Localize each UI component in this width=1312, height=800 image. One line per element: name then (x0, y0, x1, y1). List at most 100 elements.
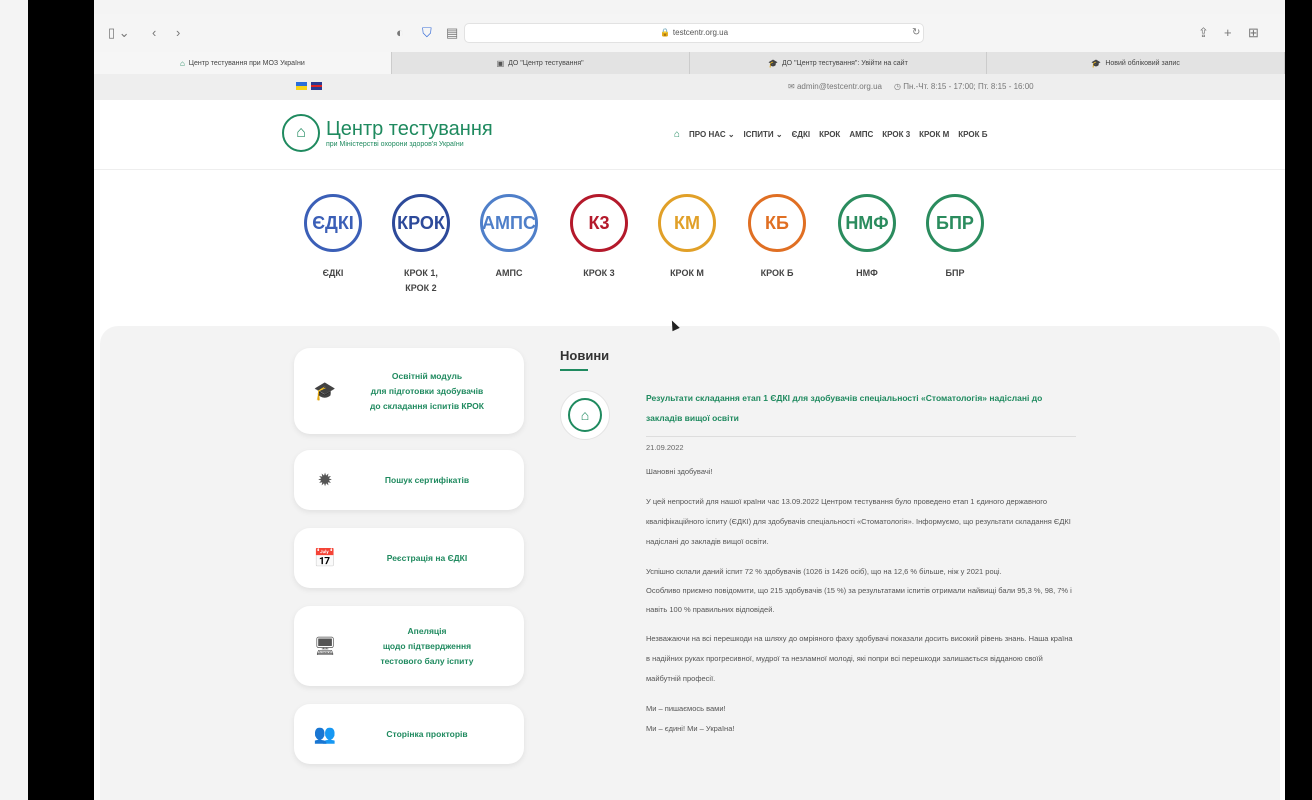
language-switcher (296, 82, 322, 90)
quick-link-label: Сторінка прокторів (386, 728, 468, 739)
exam-label: БПР (945, 268, 965, 278)
main-content: 🎓 Освітній модуль для підготовки здобувач… (100, 326, 1280, 800)
graduation-cap-icon: 🎓 (313, 380, 337, 401)
sidebar-icon[interactable]: ▯ ⌄ (108, 24, 130, 42)
lock-icon: 🔒 (659, 28, 670, 37)
main-nav: ⌂ ПРО НАС ⌄ ІСПИТИ ⌄ ЄДКІ КРОК АМПС КРОК… (674, 129, 987, 140)
exam-badge: КРОК (392, 194, 450, 252)
logo-emblem-icon: ⌂ (282, 114, 320, 152)
quick-link-card[interactable]: ✹ Пошук сертифікатів (294, 450, 524, 510)
top-edge (0, 0, 1312, 14)
exam-link[interactable]: КБ КРОК Б (742, 194, 812, 281)
quick-link-card[interactable]: 🖥 Апеляція щодо підтвердження тестового б… (294, 606, 524, 686)
quick-link-card[interactable]: 👥 Сторінка прокторів (294, 704, 524, 764)
hat-icon: 🎓 (767, 58, 778, 68)
right-black-area (1285, 0, 1312, 800)
calendar-check-icon: 📅 (313, 547, 337, 568)
monitor-icon: 🖥 (313, 635, 337, 656)
privacy-icon[interactable]: ◐ (396, 24, 404, 42)
exam-link[interactable]: К3 КРОК 3 (564, 194, 634, 281)
screen: ▯ ⌄ ‹ › ◐ ⛉ ▤ 🔒 testcentr.org.ua ↻ ⇪ + ⊞ … (0, 0, 1312, 800)
back-icon[interactable]: ‹ (152, 24, 156, 42)
left-black-area (28, 0, 94, 800)
tab-3[interactable]: 🎓 ДО "Центр тестування": Увійти на сайт (690, 52, 988, 74)
tab-2[interactable]: ▣ ДО "Центр тестування" (392, 52, 690, 74)
exam-badge: ЄДКІ (304, 194, 362, 252)
flag-ua-icon[interactable] (296, 82, 307, 90)
exam-label: ЄДКІ (322, 268, 344, 278)
tab-1[interactable]: ⌂ Центр тестування при МОЗ України (94, 52, 392, 74)
tab-4[interactable]: 🎓 Новий обліковий запис (987, 52, 1285, 74)
exam-badge: К3 (570, 194, 628, 252)
nav-krokm[interactable]: КРОК М (919, 130, 949, 139)
nav-amps[interactable]: АМПС (849, 130, 873, 139)
news-paragraph: Успішно склали даний іспит 72 % здобувач… (646, 567, 1072, 614)
heading-underline (560, 369, 588, 371)
home-icon[interactable]: ⌂ (674, 129, 680, 140)
exam-label: КРОК 1, КРОК 2 (404, 268, 438, 293)
logo-subtitle: при Міністерстві охорони здоров'я Україн… (326, 140, 464, 148)
nav-edki[interactable]: ЄДКІ (792, 130, 811, 139)
news-section: Новини ⌂ Результати складання етап 1 ЄДК… (560, 348, 1080, 733)
exam-badge: КБ (748, 194, 806, 252)
nav-about[interactable]: ПРО НАС ⌄ (689, 130, 734, 139)
exam-label: АМПС (495, 268, 523, 278)
news-paragraph: Незважаючи на всі перешкоди на шляху до … (646, 634, 1073, 683)
news-headline[interactable]: Результати складання етап 1 ЄДКІ для здо… (646, 388, 1076, 428)
quick-link-label: Реєстрація на ЄДКІ (386, 552, 468, 563)
quick-link-label: Освітній модуль для підготовки здобувачі… (370, 370, 484, 411)
new-tab-icon[interactable]: + (1224, 24, 1232, 42)
news-heading: Новини (560, 348, 610, 363)
flag-uk-icon[interactable] (311, 82, 322, 90)
news-date: 21.09.2022 (646, 436, 1076, 452)
exam-link[interactable]: КРОК КРОК 1, КРОК 2 (386, 194, 456, 296)
logo-title: Центр тестування (326, 117, 493, 140)
news-article: Результати складання етап 1 ЄДКІ для здо… (646, 388, 1076, 739)
url-text: testcentr.org.ua (672, 28, 729, 37)
exam-badge: АМПС (480, 194, 538, 252)
hat-icon: 🎓 (1091, 58, 1102, 68)
info-bar: ✉ admin@testcentr.org.ua ◷ Пн.-Чт. 8:15 … (94, 74, 1285, 100)
clock-icon: ◷ (894, 82, 904, 91)
tab-bar: ⌂ Центр тестування при МОЗ України ▣ ДО "Ц… (94, 52, 1285, 74)
email-contact[interactable]: ✉ admin@testcentr.org.ua (788, 82, 882, 91)
browser-window: ▯ ⌄ ‹ › ◐ ⛉ ▤ 🔒 testcentr.org.ua ↻ ⇪ + ⊞ … (94, 14, 1285, 800)
news-logo: ⌂ (560, 390, 610, 440)
site-logo-icon: ⌂ (179, 58, 185, 68)
tab-overview-icon[interactable]: ⊞ (1248, 24, 1259, 42)
nav-krok[interactable]: КРОК (819, 130, 840, 139)
exam-link[interactable]: БПР БПР (920, 194, 990, 281)
quick-link-label: Апеляція щодо підтвердження тестового ба… (380, 625, 474, 666)
work-hours: ◷ Пн.-Чт. 8:15 - 17:00; Пт. 8:15 - 16:00 (894, 82, 1034, 91)
exam-label: КРОК М (670, 268, 704, 278)
nav-exams[interactable]: ІСПИТИ ⌄ (744, 130, 783, 139)
exam-label: КРОК 3 (583, 268, 615, 278)
shield-icon[interactable]: ⛉ (422, 24, 432, 42)
users-icon: 👥 (313, 723, 337, 744)
exam-link[interactable]: АМПС АМПС (474, 194, 544, 281)
exam-link[interactable]: ЄДКІ ЄДКІ (298, 194, 368, 281)
nav-krok3[interactable]: КРОК 3 (882, 130, 910, 139)
quick-link-card[interactable]: 📅 Реєстрація на ЄДКІ (294, 528, 524, 588)
news-closing: Ми – пишаємось вами! Ми – єдині! Ми – Ук… (646, 704, 735, 733)
exam-badge: НМФ (838, 194, 896, 252)
doc-icon: ▣ (496, 58, 505, 68)
quick-link-label: Пошук сертифікатів (384, 474, 470, 485)
exam-badge: БПР (926, 194, 984, 252)
nav-krokb[interactable]: КРОК Б (958, 130, 987, 139)
page-icon[interactable]: ▤ (446, 24, 458, 42)
address-bar[interactable]: 🔒 testcentr.org.ua (464, 23, 924, 43)
news-paragraph: У цей непростий для нашої країни час 13.… (646, 497, 1071, 546)
left-edge (0, 0, 28, 800)
exam-label: КРОК Б (760, 268, 794, 278)
share-icon[interactable]: ⇪ (1198, 24, 1209, 42)
forward-icon[interactable]: › (176, 24, 180, 42)
reload-icon[interactable]: ↻ (912, 24, 920, 42)
exam-links: ЄДКІ ЄДКІ КРОК КРОК 1, КРОК 2 АМПС АМПС К3 КРОК… (94, 194, 1285, 344)
site-header: ⌂ Центр тестування при Міністерстві охор… (94, 100, 1285, 170)
exam-badge: КМ (658, 194, 716, 252)
quick-link-card[interactable]: 🎓 Освітній модуль для підготовки здобувач… (294, 348, 524, 434)
exam-link[interactable]: НМФ НМФ (832, 194, 902, 281)
site-logo[interactable]: ⌂ Центр тестування при Міністерстві охор… (282, 114, 493, 152)
exam-link[interactable]: КМ КРОК М (652, 194, 722, 281)
